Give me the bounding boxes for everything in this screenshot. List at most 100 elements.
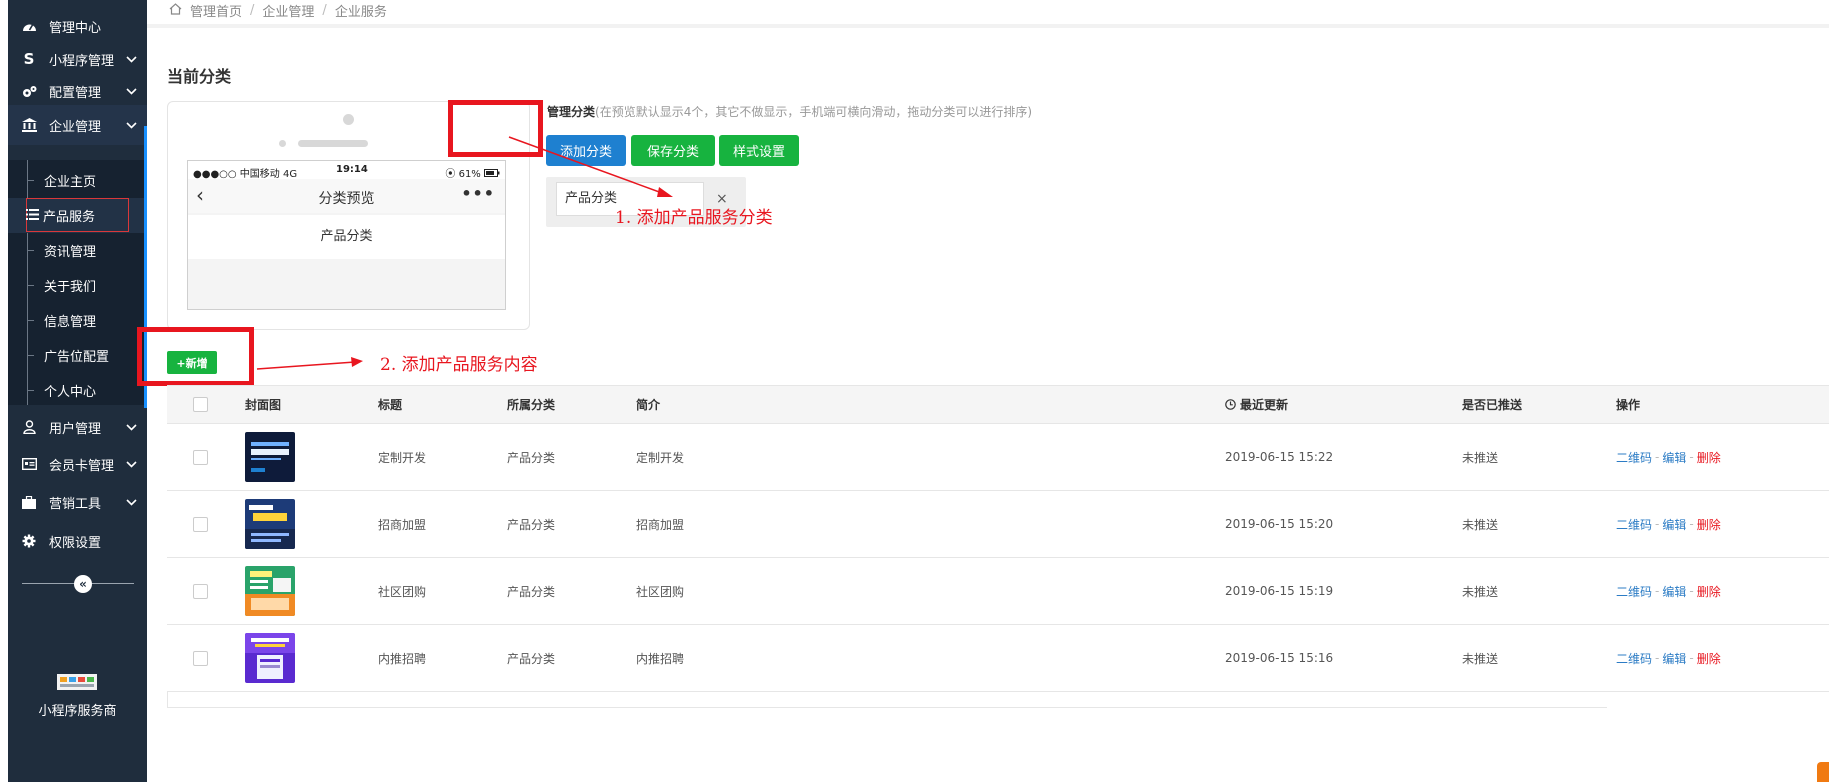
row-checkbox[interactable]: [193, 583, 208, 599]
qrcode-link[interactable]: 二维码: [1616, 449, 1652, 466]
breadcrumb-current: 企业服务: [334, 5, 387, 20]
sidebar-item-enterprise[interactable]: 企业管理: [8, 105, 147, 145]
col-intro: 简介: [636, 398, 661, 412]
delete-link[interactable]: 删除: [1697, 583, 1721, 600]
sidebar: 管理中心 S 小程序管理 配置管理 企业管理 企业主页 产品服务 资讯管理 关于…: [8, 0, 147, 782]
row-checkbox[interactable]: [193, 650, 208, 666]
qrcode-link[interactable]: 二维码: [1616, 516, 1652, 533]
style-settings-button[interactable]: 样式设置: [719, 135, 799, 166]
sidebar-subitem-ads[interactable]: 广告位配置: [8, 338, 147, 373]
chevron-down-icon: [125, 423, 137, 431]
annotation-arrow-1: [508, 136, 673, 197]
row-ops: 二维码 - 编辑 - 删除: [1616, 583, 1721, 600]
sidebar-item-label: 会员卡管理: [49, 458, 115, 474]
sidebar-subitem-label: 信息管理: [44, 315, 97, 330]
row-category: 产品分类: [507, 450, 556, 465]
sidebar-item-membercard[interactable]: 会员卡管理: [8, 445, 147, 483]
row-pushed: 未推送: [1462, 584, 1499, 599]
list-icon: [26, 209, 39, 224]
row-pushed: 未推送: [1462, 517, 1499, 532]
sidebar-item-label: 配置管理: [49, 85, 102, 101]
row-intro: 内推招聘: [636, 651, 685, 666]
row-updated: 2019-06-15 15:20: [1225, 517, 1334, 531]
sidebar-item-label: 管理中心: [49, 20, 102, 36]
row-intro: 招商加盟: [636, 517, 685, 532]
add-item-button[interactable]: +新增: [167, 351, 217, 374]
floating-tab[interactable]: [1817, 762, 1829, 782]
brand-name: 小程序服务商: [38, 704, 117, 719]
s-logo-icon: S: [23, 50, 35, 68]
left-edge: [0, 0, 8, 782]
breadcrumb: 管理首页 / 企业管理 / 企业服务: [169, 1, 387, 20]
sidebar-subitem-news[interactable]: 资讯管理: [8, 233, 147, 268]
brand-logo: [57, 672, 97, 692]
row-title: 内推招聘: [378, 651, 427, 666]
sidebar-subitem-profile[interactable]: 个人中心: [8, 373, 147, 408]
breadcrumb-home[interactable]: 管理首页: [190, 1, 242, 20]
table-row: 社区团购 产品分类 社区团购 2019-06-15 15:19 未推送 二维码 -…: [167, 558, 1829, 625]
annotation-box: [26, 198, 129, 232]
battery-icon: ⦿ 61%: [445, 165, 500, 180]
user-icon: [21, 419, 37, 435]
row-intro: 定制开发: [636, 450, 685, 465]
briefcase-icon: [21, 494, 37, 510]
home-icon: [169, 2, 182, 19]
row-thumbnail: [245, 558, 295, 624]
delete-link[interactable]: 删除: [1697, 650, 1721, 667]
annotation-arrow-2: [256, 357, 363, 370]
sidebar-item-label: 营销工具: [49, 496, 102, 512]
qrcode-link[interactable]: 二维码: [1616, 583, 1652, 600]
row-category: 产品分类: [507, 517, 556, 532]
row-category: 产品分类: [507, 584, 556, 599]
edit-link[interactable]: 编辑: [1662, 516, 1686, 533]
phone-category-tab: 产品分类: [188, 215, 505, 259]
col-updated[interactable]: 最近更新: [1225, 386, 1288, 423]
chevron-down-icon: [125, 121, 137, 129]
gear-icon: [21, 533, 37, 549]
row-updated: 2019-06-15 15:19: [1225, 584, 1334, 598]
card-icon: [21, 456, 37, 472]
qrcode-link[interactable]: 二维码: [1616, 650, 1652, 667]
annotation-step-1: 1. 添加产品服务分类: [615, 208, 773, 228]
select-all-checkbox[interactable]: [193, 397, 208, 412]
sidebar-subitem-homepage[interactable]: 企业主页: [8, 163, 147, 198]
phone-nav-title: 分类预览: [318, 191, 375, 207]
delete-link[interactable]: 删除: [1697, 516, 1721, 533]
sidebar-collapse[interactable]: «: [22, 574, 134, 594]
phone-screen: ●●●○○ 中国移动 4G 19:14 ⦿ 61% ‹ 分类预览 ••• 产品分…: [187, 160, 506, 310]
col-category: 所属分类: [507, 398, 556, 412]
table-row: 内推招聘 产品分类 内推招聘 2019-06-15 15:16 未推送 二维码 -…: [167, 625, 1829, 692]
row-thumbnail: [245, 625, 295, 691]
row-pushed: 未推送: [1462, 651, 1499, 666]
table-row: 招商加盟 产品分类 招商加盟 2019-06-15 15:20 未推送 二维码 -…: [167, 491, 1829, 558]
row-checkbox[interactable]: [193, 516, 208, 532]
row-updated: 2019-06-15 15:22: [1225, 450, 1334, 464]
clock-icon: [1225, 399, 1236, 410]
sidebar-item-marketing[interactable]: 营销工具: [8, 483, 147, 521]
phone-speaker: [298, 140, 368, 147]
breadcrumb-enterprise[interactable]: 企业管理: [262, 1, 314, 20]
edit-link[interactable]: 编辑: [1662, 449, 1686, 466]
edit-link[interactable]: 编辑: [1662, 650, 1686, 667]
annotation-step-2: 2. 添加产品服务内容: [380, 355, 538, 375]
row-category: 产品分类: [507, 651, 556, 666]
row-updated: 2019-06-15 15:16: [1225, 651, 1334, 665]
sidebar-item-permissions[interactable]: 权限设置: [8, 522, 147, 560]
row-title: 社区团购: [378, 584, 427, 599]
col-cover: 封面图: [245, 398, 282, 412]
sidebar-subitem-about[interactable]: 关于我们: [8, 268, 147, 303]
table-footer: [167, 692, 1607, 708]
dashboard-icon: [21, 18, 37, 34]
sidebar-subitem-products[interactable]: 产品服务: [8, 198, 147, 233]
collapse-icon[interactable]: «: [74, 575, 92, 593]
sidebar-subitem-label: 个人中心: [44, 385, 97, 400]
table-header: 封面图 标题 所属分类 简介 最近更新 是否已推送 操作: [167, 385, 1829, 424]
row-checkbox[interactable]: [193, 449, 208, 465]
sidebar-subitem-info[interactable]: 信息管理: [8, 303, 147, 338]
delete-link[interactable]: 删除: [1697, 449, 1721, 466]
chevron-down-icon: [125, 55, 137, 63]
sidebar-item-users[interactable]: 用户管理: [8, 408, 147, 446]
sidebar-subitem-label: 资讯管理: [44, 245, 97, 260]
col-title: 标题: [378, 398, 403, 412]
edit-link[interactable]: 编辑: [1662, 583, 1686, 600]
